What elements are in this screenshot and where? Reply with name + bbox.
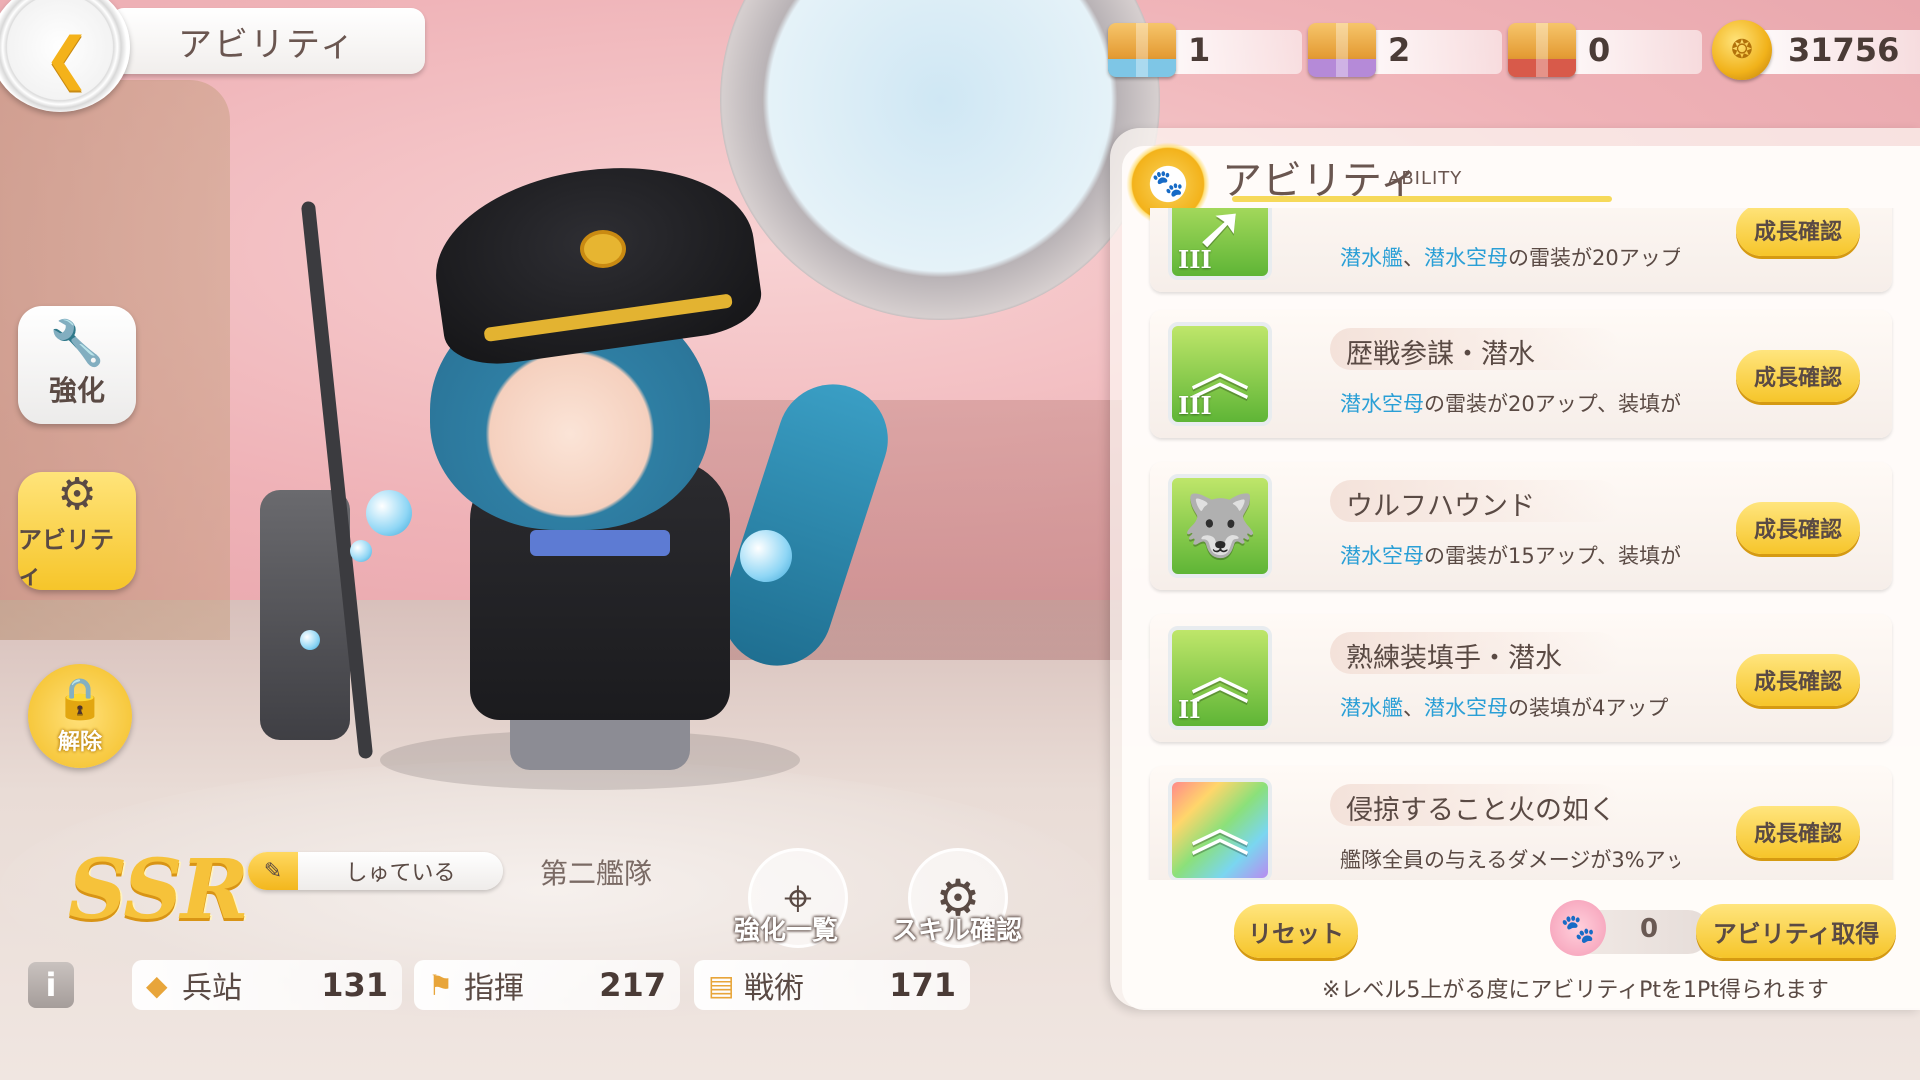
hat-badge-icon xyxy=(580,230,626,268)
ability-name: ウルフハウンド xyxy=(1346,491,1535,522)
box-blue-icon xyxy=(1108,23,1176,77)
bubble-icon xyxy=(366,490,412,536)
side-menu-ability[interactable]: ⚙ アビリティ xyxy=(18,472,136,590)
character-name: しゅている xyxy=(345,861,456,886)
bubble-icon xyxy=(740,530,792,582)
paw-pt-icon: 🐾 xyxy=(1550,900,1606,956)
chevron-up-icon: ︽ xyxy=(1168,778,1272,880)
fleet-label: 第二艦隊 xyxy=(540,857,653,890)
side-menu-unlock[interactable]: 🔒 解除 xyxy=(28,664,132,768)
growth-check-button[interactable]: 成長確認 xyxy=(1736,654,1860,706)
acquire-ability-button[interactable]: アビリティ取得 xyxy=(1696,904,1896,958)
coin-icon: ❂ xyxy=(1712,20,1772,80)
chevron-up-icon: ︽ III xyxy=(1168,322,1272,426)
currency-box-red: 0 xyxy=(1504,16,1702,84)
ability-description: 潜水空母の雷装が20アップ、装填が6ア xyxy=(1340,392,1680,416)
cat-tail xyxy=(707,370,903,680)
back-arrow-icon: ❮ xyxy=(43,25,91,91)
ability-panel-header: 🐾 アビリティ ABILITY xyxy=(1122,142,1920,226)
stat-tactics: ▤ 戦術 171 xyxy=(694,960,970,1010)
ability-description: 艦隊全員の与えるダメージが3%アップ xyxy=(1340,848,1680,872)
stat-command: ⚑ 指揮 217 xyxy=(414,960,680,1010)
page-title: アビリティ xyxy=(178,24,356,65)
bubble-icon xyxy=(300,630,320,650)
ability-panel-subtitle: ABILITY xyxy=(1388,168,1463,189)
ability-row: ︽ 侵掠すること火の如く 艦隊全員の与えるダメージが3%アップ 成長確認 xyxy=(1150,766,1892,880)
ability-description: 潜水艦、潜水空母の装填が4アップ xyxy=(1340,696,1669,720)
ability-point-note: ※レベル5上がる度にアビリティPtを1Pt得られます xyxy=(1322,978,1829,1003)
character-illustration xyxy=(260,148,903,790)
ability-name: 歴戦参謀・潜水 xyxy=(1346,339,1535,370)
wolf-icon: 🐺 xyxy=(1168,474,1272,578)
paw-gear-icon: ⚙ xyxy=(57,469,97,520)
chevron-up-icon: ︽ II xyxy=(1168,626,1272,730)
rarity-badge: SSR xyxy=(68,842,249,938)
flag-icon: ⚑ xyxy=(428,968,454,1002)
ability-name: 侵掠すること火の如く xyxy=(1346,795,1616,826)
side-menu-enhance[interactable]: 🔧 強化 xyxy=(18,306,136,424)
ability-row: ︽ III 歴戦参謀・潜水 潜水空母の雷装が20アップ、装填が6ア 成長確認 xyxy=(1150,310,1892,438)
ability-row: 🐺 ウルフハウンド 潜水空母の雷装が15アップ、装填が8ア 成長確認 xyxy=(1150,462,1892,590)
reset-button[interactable]: リセット xyxy=(1234,904,1358,958)
growth-check-button[interactable]: 成長確認 xyxy=(1736,806,1860,858)
box-red-icon xyxy=(1508,23,1576,77)
page-title-plate: アビリティ xyxy=(110,8,425,74)
ability-row: ➚ III 潜水艦、潜水空母の雷装が20アップ 成長確認 xyxy=(1150,208,1892,292)
box-purple-icon xyxy=(1308,23,1376,77)
growth-check-button[interactable]: 成長確認 xyxy=(1736,502,1860,554)
supply-box-icon: ◆ xyxy=(146,968,168,1002)
info-button[interactable]: i xyxy=(28,962,74,1008)
growth-check-button[interactable]: 成長確認 xyxy=(1736,350,1860,402)
ability-list[interactable]: ➚ III 潜水艦、潜水空母の雷装が20アップ 成長確認 ︽ III 歴戦参謀・… xyxy=(1140,208,1900,880)
lock-icon: 🔒 xyxy=(55,676,105,722)
growth-check-button[interactable]: 成長確認 xyxy=(1736,208,1860,256)
currency-box-blue: 1 xyxy=(1104,16,1302,84)
ability-row: ︽ II 熟練装填手・潜水 潜水艦、潜水空母の装填が4アップ 成長確認 xyxy=(1150,614,1892,742)
ability-description: 潜水艦、潜水空母の雷装が20アップ xyxy=(1340,246,1680,270)
edit-pencil-icon: ✎ xyxy=(248,852,298,890)
skill-check-label: スキル確認 xyxy=(892,916,1023,946)
ability-points-value: 0 xyxy=(1640,914,1659,944)
ability-name: 熟練装填手・潜水 xyxy=(1346,643,1562,674)
torpedo-icon: ➚ III xyxy=(1168,208,1272,280)
character-name-plate[interactable]: ✎ しゅている xyxy=(248,852,503,890)
currency-coin: ❂ 31756 xyxy=(1704,16,1920,84)
ability-description: 潜水空母の雷装が15アップ、装填が8ア xyxy=(1340,544,1680,568)
enhance-list-label: 強化一覧 xyxy=(734,916,839,946)
paw-wrench-icon: 🔧 xyxy=(49,318,105,369)
stats-bar: i ◆ 兵站 131 ⚑ 指揮 217 ▤ 戦術 171 xyxy=(0,956,980,1014)
book-icon: ▤ xyxy=(708,968,735,1002)
stat-supply: ◆ 兵站 131 xyxy=(132,960,402,1010)
bubble-icon xyxy=(350,540,372,562)
currency-box-purple: 2 xyxy=(1304,16,1502,84)
